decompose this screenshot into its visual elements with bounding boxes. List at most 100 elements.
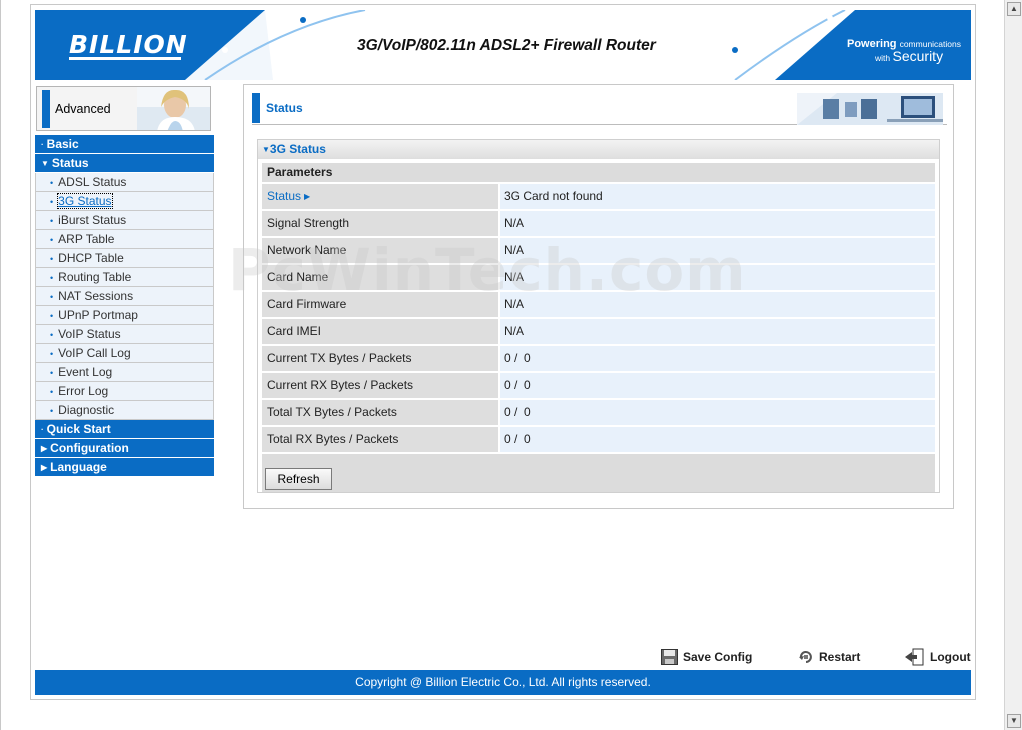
sidebar-item-routing-table[interactable]: • Routing Table	[35, 268, 214, 287]
row-value: 0 / 0	[498, 400, 935, 427]
row-value: N/A	[498, 211, 935, 238]
table-row: Total RX Bytes / Packets 0 / 0	[262, 427, 935, 454]
sidebar-item-language[interactable]: ▶ Language	[35, 458, 214, 477]
sidebar-item-label: Diagnostic	[58, 403, 115, 417]
main-content-panel: Status ▼3G Status Parameters Status ▶ 3G …	[243, 84, 954, 509]
sidebar-item-iburst-status[interactable]: • iBurst Status	[35, 211, 214, 230]
row-key: Card Name	[262, 265, 498, 292]
bullet-icon: •	[50, 311, 54, 321]
sidebar-item-error-log[interactable]: • Error Log	[35, 382, 214, 401]
sidebar-item-event-log[interactable]: • Event Log	[35, 363, 214, 382]
row-value: N/A	[498, 319, 935, 346]
sidebar-item-basic[interactable]: · Basic	[35, 135, 214, 154]
sidebar-item-voip-status[interactable]: • VoIP Status	[35, 325, 214, 344]
sidebar-item-diagnostic[interactable]: • Diagnostic	[35, 401, 214, 420]
table-row: Total TX Bytes / Packets 0 / 0	[262, 400, 935, 427]
bullet-icon: ·	[41, 140, 44, 149]
sidebar-item-label: ADSL Status	[58, 175, 127, 189]
sidebar-item-label: Quick Start	[46, 422, 111, 436]
bullet-icon: •	[50, 368, 54, 378]
3g-status-section: ▼3G Status Parameters Status ▶ 3G Card no…	[257, 139, 940, 493]
row-value: N/A	[498, 265, 935, 292]
save-config-label: Save Config	[683, 650, 753, 664]
sidebar-item-label: Configuration	[50, 441, 129, 455]
sidebar-item-status[interactable]: ▼ Status	[35, 154, 214, 173]
logout-button[interactable]: Logout	[905, 648, 971, 666]
table-row: Current TX Bytes / Packets 0 / 0	[262, 346, 935, 373]
sidebar-item-upnp-portmap[interactable]: • UPnP Portmap	[35, 306, 214, 325]
tagline: Powering communications with Security	[847, 38, 961, 64]
sidebar-item-dhcp-table[interactable]: • DHCP Table	[35, 249, 214, 268]
caret-down-icon: ▼	[262, 145, 270, 154]
advanced-label: Advanced	[55, 102, 111, 116]
row-key: Network Name	[262, 238, 498, 265]
advanced-mode-panel: Advanced	[36, 86, 211, 131]
sidebar-item-quick-start[interactable]: · Quick Start	[35, 420, 214, 439]
bullet-icon: •	[50, 387, 54, 397]
restart-icon	[799, 651, 812, 663]
bullet-icon: •	[50, 178, 54, 188]
bullet-icon: •	[50, 292, 54, 302]
sidebar-item-voip-call-log[interactable]: • VoIP Call Log	[35, 344, 214, 363]
page-header: Status	[252, 93, 947, 125]
row-key: Current TX Bytes / Packets	[262, 346, 498, 373]
floppy-disk-icon	[661, 649, 678, 665]
row-value: N/A	[498, 292, 935, 319]
tagline-security: Security	[892, 48, 944, 64]
bullet-icon: •	[50, 273, 54, 283]
bullet-icon: •	[50, 216, 54, 226]
sidebar-item-label: Language	[50, 460, 107, 474]
row-key: Total RX Bytes / Packets	[262, 427, 498, 454]
row-key: Card Firmware	[262, 292, 498, 319]
row-value: N/A	[498, 238, 935, 265]
billion-logo: BILLION	[69, 30, 188, 59]
office-desk-icon	[797, 93, 943, 125]
restart-button[interactable]: Restart	[798, 648, 860, 666]
restart-label: Restart	[819, 650, 861, 664]
row-key: Card IMEI	[262, 319, 498, 346]
advanced-accent-bar	[42, 90, 50, 128]
sidebar-item-label: Routing Table	[58, 270, 132, 284]
caret-right-icon: ▶	[41, 463, 48, 472]
save-config-button[interactable]: Save Config	[661, 648, 752, 666]
caret-right-icon: ▶	[41, 444, 48, 453]
section-header[interactable]: ▼3G Status	[258, 140, 939, 159]
vertical-scrollbar[interactable]: ▲ ▼	[1004, 0, 1022, 730]
row-value: 0 / 0	[498, 373, 935, 400]
bullet-icon: •	[50, 197, 54, 207]
window-left-edge	[0, 0, 1, 730]
row-value: 3G Card not found	[498, 184, 935, 211]
tagline-powering: Powering	[847, 38, 897, 50]
sidebar-item-label: DHCP Table	[58, 251, 124, 265]
tagline-with: with	[875, 53, 891, 63]
bullet-icon: •	[50, 235, 54, 245]
sidebar-item-nat-sessions[interactable]: • NAT Sessions	[35, 287, 214, 306]
status-link[interactable]: Status ▶	[262, 184, 498, 211]
logout-door-icon	[905, 648, 924, 666]
table-row: Network Name N/A	[262, 238, 935, 265]
sidebar-item-3g-status[interactable]: • 3G Status	[35, 192, 214, 211]
button-area: Refresh	[262, 454, 935, 492]
caret-down-icon: ▼	[41, 159, 49, 168]
sidebar-item-label: Status	[51, 156, 89, 170]
sidebar-item-configuration[interactable]: ▶ Configuration	[35, 439, 214, 458]
table-row: Card IMEI N/A	[262, 319, 935, 346]
sidebar-item-adsl-status[interactable]: • ADSL Status	[35, 173, 214, 192]
scroll-down-icon[interactable]: ▼	[1007, 714, 1021, 728]
row-key[interactable]: Status	[267, 189, 301, 203]
row-key: Signal Strength	[262, 211, 498, 238]
refresh-button[interactable]: Refresh	[265, 468, 332, 490]
parameters-header: Parameters	[262, 163, 935, 182]
scroll-up-icon[interactable]: ▲	[1007, 2, 1021, 16]
header-banner: BILLION 3G/VoIP/802.11n ADSL2+ Firewall …	[35, 10, 971, 80]
sidebar-item-label: 3G Status	[57, 193, 113, 209]
sidebar-item-label: Error Log	[58, 384, 109, 398]
logo-underline	[69, 57, 181, 60]
arrow-right-icon: ▶	[304, 192, 311, 201]
bottom-actions: Save Config Restart Logout	[0, 648, 1022, 668]
sidebar-item-label: UPnP Portmap	[58, 308, 138, 322]
woman-photo-icon	[137, 87, 210, 130]
table-row: Signal Strength N/A	[262, 211, 935, 238]
table-row: Card Name N/A	[262, 265, 935, 292]
sidebar-item-arp-table[interactable]: • ARP Table	[35, 230, 214, 249]
